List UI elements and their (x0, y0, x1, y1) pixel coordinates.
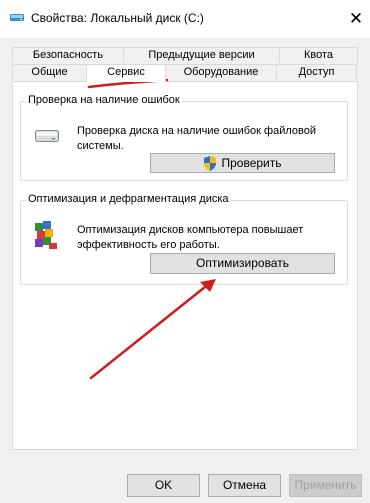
cancel-button[interactable]: Отмена (208, 474, 281, 497)
optimize-description: Оптимизация дисков компьютера повышает э… (77, 224, 304, 251)
tab-general[interactable]: Общие (12, 64, 87, 80)
close-button[interactable]: ✕ (342, 6, 370, 32)
drive-icon (35, 130, 59, 142)
window-title: Свойства: Локальный диск (C:) (31, 11, 204, 25)
tab-security[interactable]: Безопасность (12, 47, 124, 63)
tab-quota[interactable]: Квота (279, 47, 358, 63)
uac-shield-icon (204, 156, 217, 172)
tab-panel-service: Проверка на наличие ошибок Проверка диск… (12, 81, 358, 450)
defrag-icon (35, 221, 57, 249)
optimize-group: Оптимизация и дефрагментация диска Оптим… (20, 193, 348, 285)
error-check-title: Проверка на наличие ошибок (26, 94, 182, 106)
optimize-button[interactable]: Оптимизировать (150, 253, 335, 274)
ok-button[interactable]: OK (127, 474, 200, 497)
tab-sharing[interactable]: Доступ (276, 64, 357, 80)
apply-button[interactable]: Применить (289, 474, 362, 497)
tab-row-front: Общие Сервис Оборудование Доступ (12, 64, 358, 82)
error-check-description: Проверка диска на наличие ошибок файлово… (77, 125, 316, 152)
optimize-title: Оптимизация и дефрагментация диска (26, 193, 231, 205)
tab-previous-versions[interactable]: Предыдущие версии (123, 47, 280, 63)
properties-window: Свойства: Локальный диск (C:) ✕ Безопасн… (0, 0, 370, 503)
error-check-group: Проверка на наличие ошибок Проверка диск… (20, 94, 348, 181)
tab-service[interactable]: Сервис (86, 64, 166, 82)
title-bar: Свойства: Локальный диск (C:) ✕ (0, 0, 370, 38)
tab-row-back: Безопасность Предыдущие версии Квота (12, 47, 358, 63)
tab-hardware[interactable]: Оборудование (165, 64, 277, 80)
drive-title-icon (10, 14, 24, 21)
check-button[interactable]: Проверить (150, 153, 335, 173)
check-button-label: Проверить (221, 156, 282, 170)
